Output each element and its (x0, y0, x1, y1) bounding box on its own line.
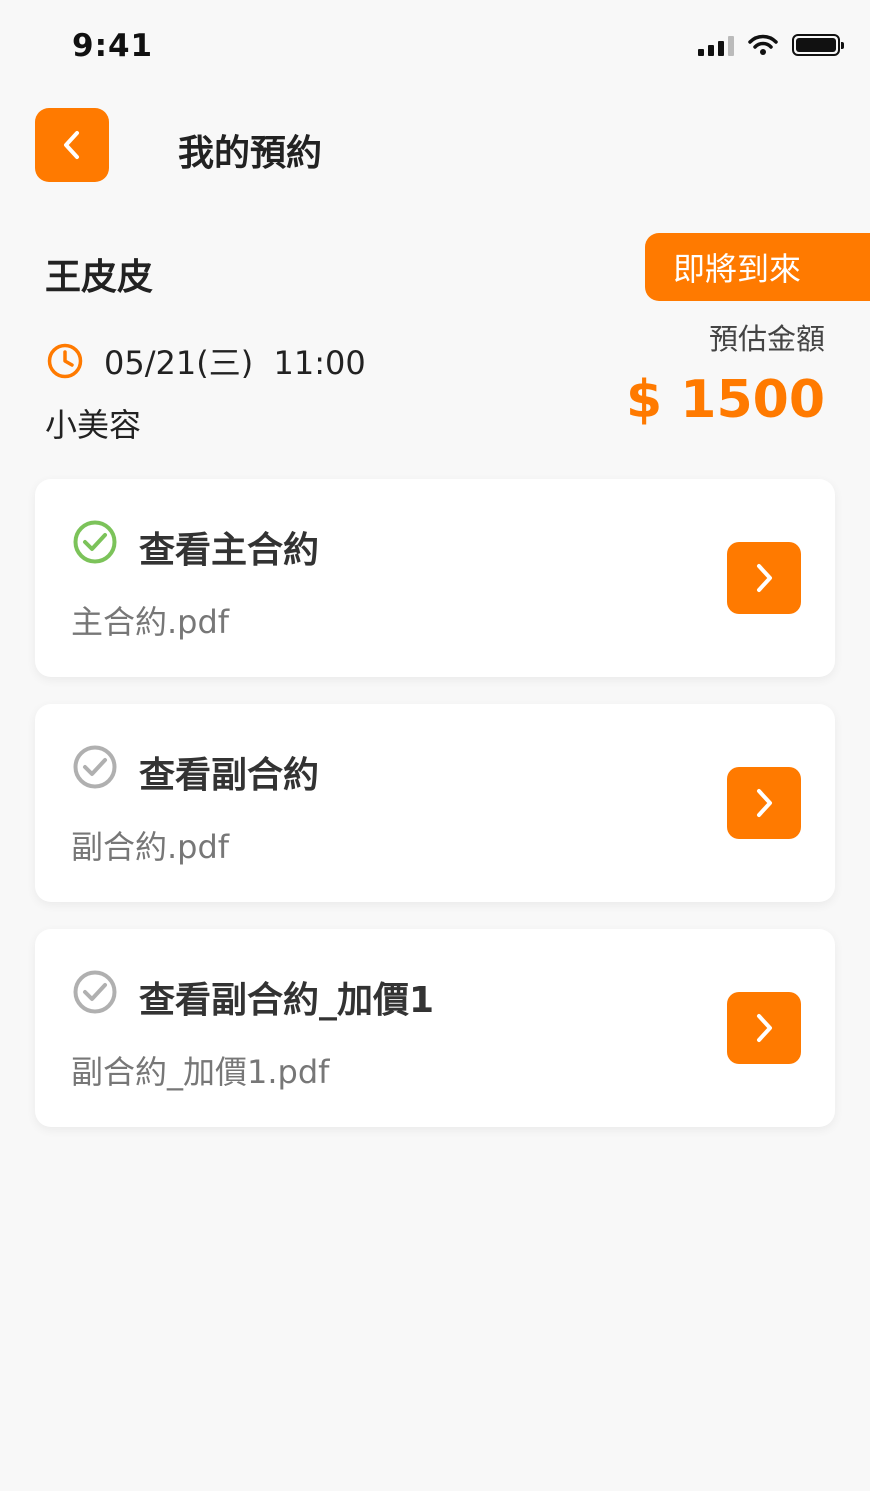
customer-name: 王皮皮 (45, 257, 154, 298)
status-badge: 即將到來 (645, 233, 870, 301)
estimate-amount: $ 1500 (625, 370, 825, 430)
document-card-main-contract[interactable]: 查看主合約 主合約.pdf (35, 479, 835, 677)
document-title: 查看副合約_加價1 (139, 980, 435, 1021)
chevron-left-icon (64, 131, 79, 159)
open-document-button[interactable] (727, 767, 801, 839)
wifi-icon (748, 34, 778, 55)
document-card-sub-contract[interactable]: 查看副合約 副合約.pdf (35, 704, 835, 902)
document-title: 查看副合約 (139, 755, 320, 796)
estimate-label: 預估金額 (708, 322, 825, 356)
battery-icon (792, 34, 844, 56)
open-document-button[interactable] (727, 542, 801, 614)
back-button[interactable] (35, 108, 109, 182)
status-icons (698, 34, 844, 56)
appointment-datetime-row: 05/21(三) 11:00 (46, 338, 366, 384)
page-title: 我的預約 (178, 133, 323, 174)
document-title: 查看主合約 (139, 530, 320, 571)
service-name: 小美容 (45, 406, 142, 444)
check-circle-icon (73, 520, 117, 564)
appointment-datetime: 05/21(三) 11:00 (104, 344, 366, 382)
chevron-right-icon (757, 789, 772, 817)
chevron-right-icon (757, 1014, 772, 1042)
cellular-signal-icon (698, 34, 734, 56)
status-time: 9:41 (72, 28, 154, 64)
document-filename: 副合約_加價1.pdf (71, 1053, 330, 1091)
clock-icon (47, 343, 83, 379)
document-filename: 副合約.pdf (71, 828, 230, 866)
status-bar: 9:41 (0, 0, 870, 95)
header: 我的預約 (0, 108, 870, 184)
document-filename: 主合約.pdf (71, 603, 230, 641)
chevron-right-icon (757, 564, 772, 592)
check-circle-icon (73, 970, 117, 1014)
open-document-button[interactable] (727, 992, 801, 1064)
check-circle-icon (73, 745, 117, 789)
document-card-sub-contract-surcharge[interactable]: 查看副合約_加價1 副合約_加價1.pdf (35, 929, 835, 1127)
